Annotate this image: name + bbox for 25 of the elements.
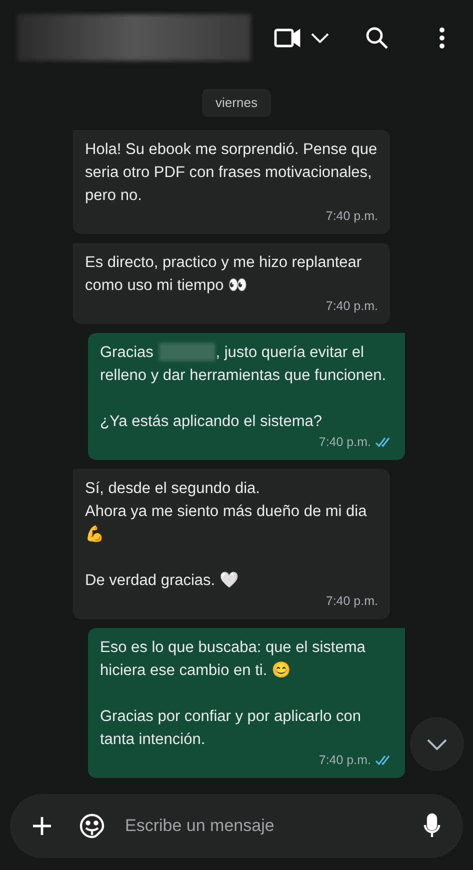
message-text: Eso es lo que buscaba: que el sistema hiciera ese cambio en ti. 😊	[100, 638, 366, 680]
search-icon[interactable]	[365, 26, 389, 50]
plus-icon[interactable]	[32, 816, 52, 836]
message-input[interactable]: Escribe un mensaje	[125, 813, 423, 839]
message-time: 7:40 p.m.	[326, 208, 378, 225]
message-text: ¿Ya estás aplicando el sistema?	[100, 412, 323, 432]
video-camera-icon	[274, 28, 301, 48]
message-text: Hola! Su ebook me sorprendió. Pense que seria otro PDF con frases motivacionales, pero no.	[85, 140, 378, 206]
message-time: 7:40 p.m.	[326, 592, 378, 610]
menu-icon[interactable]	[439, 26, 445, 48]
message-text: Sí, desde el segundo dia.	[85, 478, 261, 498]
message-time: 7:40 p.m.	[318, 434, 371, 451]
message-time: 7:40 p.m.	[318, 752, 371, 769]
chevron-down-icon	[311, 32, 329, 42]
message-text: Ahora ya me siento más dueño de mi dia 💪	[85, 502, 368, 544]
date-chip: viernes	[202, 89, 272, 116]
chevron-down-icon	[427, 738, 447, 750]
message-text: De verdad gracias. 🤍	[85, 570, 240, 590]
video-call-button[interactable]	[274, 28, 329, 48]
message-time: 7:40 p.m.	[326, 298, 378, 315]
sticker-icon[interactable]	[79, 813, 105, 839]
microphone-icon[interactable]	[423, 813, 441, 839]
message-text: Gracias , justo quería evitar el relleno y dar herramientas que funcionen.	[100, 342, 388, 386]
message-text: Gracias por confiar y por aplicarlo con tanta intención.	[100, 706, 362, 750]
message-composer[interactable]: Escribe un mensaje	[10, 794, 463, 858]
